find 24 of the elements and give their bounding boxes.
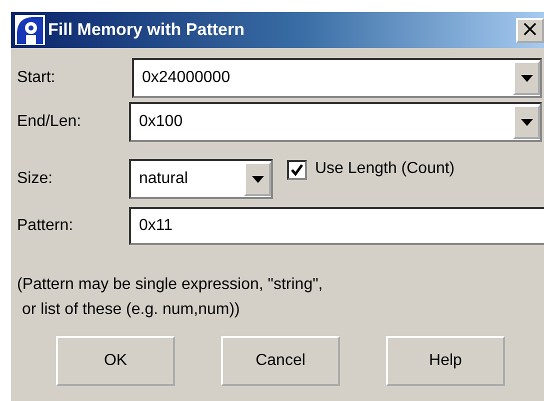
combo-box[interactable]: natural (129, 159, 273, 199)
dialog-button[interactable]: Help (386, 336, 505, 386)
hint-text: or list of these (e.g. num,num)) (21, 300, 241, 320)
close-button[interactable]: × (516, 18, 544, 42)
checkbox-label: Use Length (Count) (315, 160, 455, 178)
combo-box[interactable]: 0x100 (129, 102, 542, 142)
dropdown-button[interactable] (513, 61, 540, 95)
input-field[interactable]: 0x11 (129, 207, 544, 245)
caret-icon (520, 118, 532, 126)
field-label: Size: (16, 170, 54, 188)
combo-box[interactable]: 0x24000000 (132, 58, 542, 98)
hint-text: (Pattern may be single expression, "string", (17, 275, 324, 295)
dropdown-button[interactable] (513, 105, 540, 139)
dialog-button[interactable]: OK (56, 336, 175, 386)
field-label: End/Len: (16, 113, 82, 131)
caret-icon (252, 176, 264, 182)
dialog-button[interactable]: Cancel (221, 336, 340, 386)
field-label: Pattern: (16, 217, 74, 235)
field-label: Start: (16, 69, 56, 87)
window-title: Fill Memory with Pattern (48, 20, 246, 40)
dropdown-button[interactable] (244, 162, 271, 196)
caret-icon (520, 74, 532, 82)
checkbox[interactable] (287, 160, 307, 180)
app-icon (14, 14, 46, 46)
